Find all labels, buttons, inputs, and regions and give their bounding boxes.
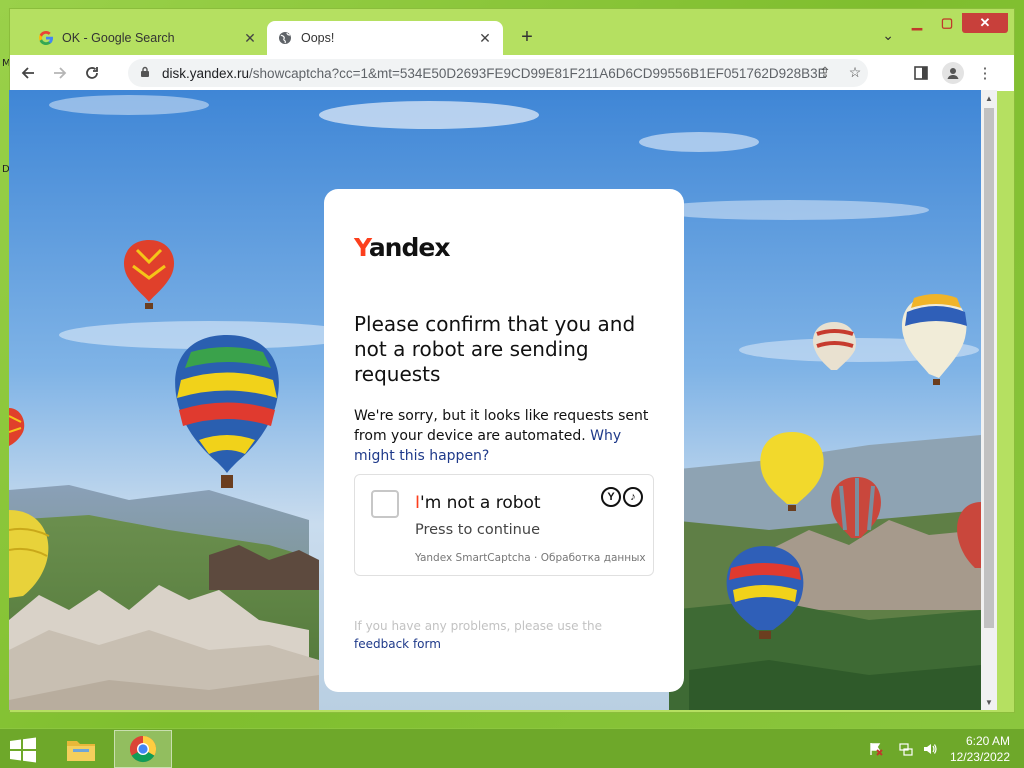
globe-icon [277,30,293,46]
volume-icon[interactable] [922,741,938,757]
system-clock[interactable]: 6:20 AM 12/23/2022 [950,733,1010,765]
scroll-up-arrow-icon[interactable]: ▲ [981,90,997,106]
folder-icon [67,741,95,761]
browser-toolbar: disk.yandex.ru/showcaptcha?cc=1&mt=534E5… [10,55,1014,91]
google-g-icon [38,30,54,46]
logo-letter: Y [354,233,370,262]
maximize-button[interactable]: ▢ [932,13,962,33]
side-panel-icon [914,66,928,80]
avatar-icon [942,62,964,84]
windows-logo-icon [10,737,36,763]
logo-text: andex [368,233,451,262]
bookmark-star-icon[interactable]: ☆ [846,64,864,81]
audio-note-icon[interactable]: ♪ [623,487,643,507]
captcha-checkbox-panel[interactable]: I'm not a robot Press to continue Yandex… [354,474,654,576]
back-button[interactable] [14,59,42,87]
side-panel-button[interactable] [907,59,935,87]
tab-strip: OK - Google Search ✕ Oops! ✕ + ⌄ ▁ ▢ ✕ [10,9,1014,55]
smartcaptcha-footer: Yandex SmartCaptcha · Обработка данных [415,552,646,564]
taskbar: 6:20 AM 12/23/2022 [0,728,1024,768]
arrow-right-icon [54,67,67,79]
page-scrollbar[interactable]: ▲ ▼ [981,90,997,710]
new-tab-button[interactable]: + [516,26,538,48]
url-path: /showcaptcha?cc=1&mt=534E50D2693FE9CD99E… [249,65,826,81]
tab-google-search[interactable]: OK - Google Search ✕ [28,21,268,55]
checkbox-title-rest: 'm not a robot [420,493,541,513]
forward-button[interactable] [46,59,74,87]
yandex-logo: Yandex [354,233,654,269]
problems-note: If you have any problems, please use the… [354,617,654,653]
url-host: disk.yandex.ru [162,65,250,81]
kebab-menu-icon: ⋮ [977,65,993,82]
chrome-taskbar-button[interactable] [114,730,172,768]
close-window-button[interactable]: ✕ [962,13,1008,33]
feedback-form-link[interactable]: feedback form [354,637,441,651]
yandex-y-icon: Y [601,487,621,507]
close-tab-icon[interactable]: ✕ [477,30,493,47]
scrollbar-thumb[interactable] [984,108,994,628]
captcha-description: We're sorry, but it looks like requests … [354,406,654,466]
reload-button[interactable] [78,59,106,87]
tab-oops[interactable]: Oops! ✕ [267,21,503,55]
url-text: disk.yandex.ru/showcaptcha?cc=1&mt=534E5… [162,66,826,81]
profile-button[interactable] [939,59,967,87]
not-robot-checkbox[interactable] [371,490,399,518]
reload-icon [86,67,98,79]
captcha-heading: Please confirm that you and not a robot … [354,312,636,386]
network-icon[interactable] [898,741,914,757]
problems-text: If you have any problems, please use the [354,619,602,633]
share-icon[interactable]: ⇪ [816,64,834,81]
chevron-down-icon[interactable]: ⌄ [882,27,894,44]
file-explorer-button[interactable] [52,730,110,768]
checkbox-subtitle: Press to continue [415,522,540,538]
scroll-down-arrow-icon[interactable]: ▼ [981,694,997,710]
captcha-logos: Y ♪ [601,487,643,507]
clock-time: 6:20 AM [965,734,1010,748]
lock-icon [140,66,154,81]
minimize-button[interactable]: ▁ [902,13,932,33]
menu-button[interactable]: ⋮ [971,59,999,87]
tab-title: OK - Google Search [62,31,175,45]
checkbox-title: I'm not a robot [415,493,541,513]
clock-date: 12/23/2022 [949,750,1010,764]
close-tab-icon[interactable]: ✕ [242,30,258,47]
arrow-left-icon [21,67,34,79]
action-center-flag-icon[interactable] [868,741,884,757]
chrome-icon [129,735,157,763]
window-controls: ▁ ▢ ✕ [902,13,1008,33]
captcha-card: Yandex Please confirm that you and not a… [324,189,684,692]
address-bar[interactable]: disk.yandex.ru/showcaptcha?cc=1&mt=534E5… [128,59,868,87]
tab-title: Oops! [301,31,335,45]
start-button[interactable] [8,737,38,763]
